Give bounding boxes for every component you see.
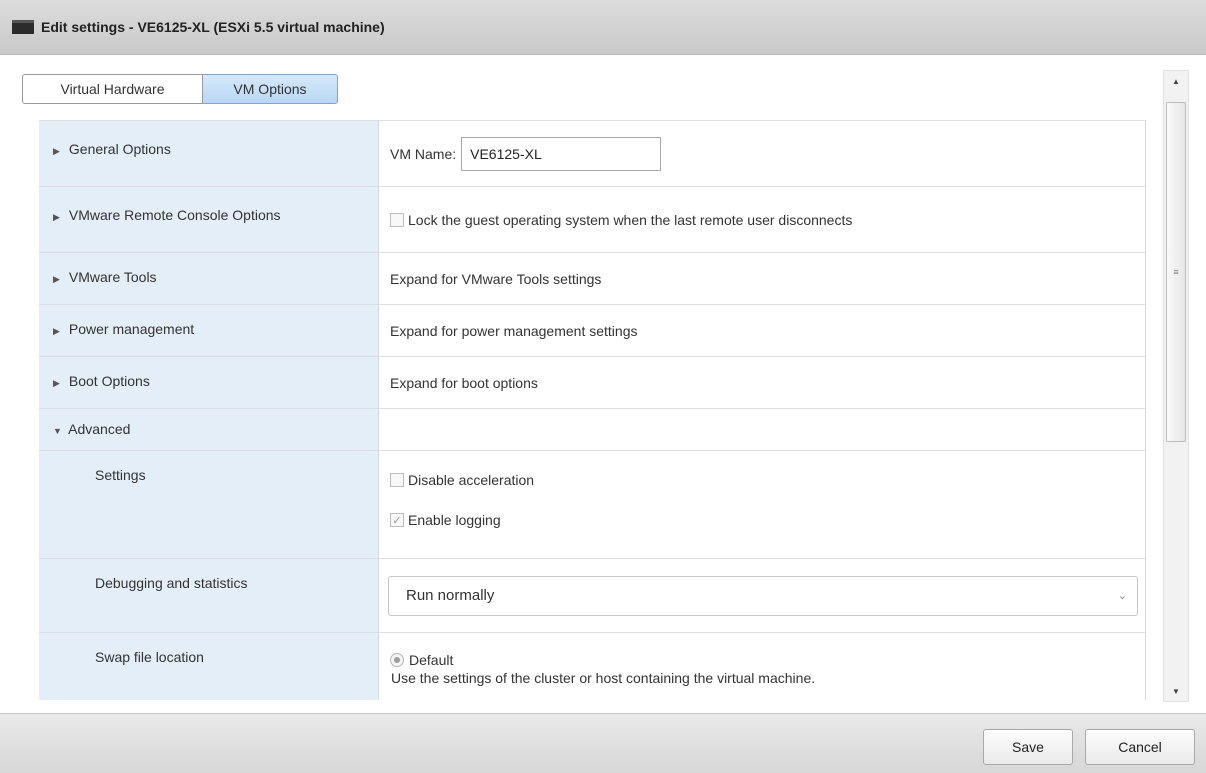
lock-guest-os-checkbox[interactable] — [390, 212, 404, 227]
vm-window-icon — [12, 20, 34, 34]
disable-acceleration-label: Disable acceleration — [408, 472, 535, 488]
triangle-right-icon: ▶ — [53, 378, 60, 388]
disable-acceleration-option: Disable acceleration — [390, 469, 534, 491]
checkmark-icon: ✓ — [392, 514, 402, 527]
remote-console-label: VMware Remote Console Options — [68, 207, 281, 223]
boot-options-row: ▶ Boot Options Expand for boot options — [39, 357, 1145, 409]
debugging-selected-value: Run normally — [406, 587, 495, 604]
advanced-row: ▼ Advanced — [39, 409, 1145, 451]
tab-virtual-hardware[interactable]: Virtual Hardware — [22, 74, 203, 104]
debugging-select[interactable]: Run normally ⌄ — [388, 575, 1138, 616]
triangle-right-icon: ▶ — [53, 212, 60, 222]
power-management-row: ▶ Power management Expand for power mana… — [39, 305, 1145, 357]
remote-console-header[interactable]: ▶ VMware Remote Console Options — [39, 187, 379, 252]
debugging-row: Debugging and statistics Run normally ⌄ — [39, 559, 1145, 633]
tab-bar: Virtual Hardware VM Options — [22, 74, 338, 104]
advanced-label: Advanced — [68, 421, 131, 437]
power-management-header[interactable]: ▶ Power management — [39, 305, 379, 356]
triangle-down-icon: ▼ — [53, 426, 62, 436]
power-management-label: Power management — [68, 321, 195, 337]
advanced-settings-value: Disable acceleration ✓ Enable logging — [379, 451, 1145, 558]
enable-logging-option: ✓ Enable logging — [390, 509, 501, 531]
swap-default-description: Use the settings of the cluster or host … — [391, 670, 816, 686]
scroll-down-arrow-icon[interactable]: ▼ — [1164, 681, 1188, 701]
cancel-button[interactable]: Cancel — [1085, 729, 1195, 765]
general-options-label: General Options — [68, 141, 171, 157]
remote-console-value: Lock the guest operating system when the… — [379, 187, 1145, 252]
scroll-up-arrow-icon[interactable]: ▲ — [1164, 71, 1188, 91]
boot-options-value: Expand for boot options — [390, 374, 538, 391]
power-management-value: Expand for power management settings — [390, 322, 638, 339]
swap-default-radio[interactable] — [390, 653, 404, 667]
vm-name-input[interactable] — [461, 136, 662, 171]
vmware-tools-label: VMware Tools — [68, 269, 157, 285]
vertical-scrollbar[interactable]: ▲ ≡ ▼ — [1163, 70, 1189, 702]
triangle-right-icon: ▶ — [53, 326, 60, 336]
vmware-tools-header[interactable]: ▶ VMware Tools — [39, 253, 379, 304]
vmware-tools-value: Expand for VMware Tools settings — [390, 270, 602, 287]
vm-name-label: VM Name: — [390, 145, 457, 162]
dialog-titlebar: Edit settings - VE6125-XL (ESXi 5.5 virt… — [0, 0, 1206, 55]
save-button[interactable]: Save — [983, 729, 1073, 765]
chevron-down-icon: ⌄ — [1117, 590, 1127, 602]
swap-default-option: Default — [390, 651, 453, 669]
advanced-settings-row: Settings Disable acceleration ✓ Enable l… — [39, 451, 1145, 559]
tab-vm-options[interactable]: VM Options — [203, 74, 338, 104]
enable-logging-checkbox[interactable]: ✓ — [390, 513, 404, 527]
enable-logging-label: Enable logging — [408, 512, 501, 528]
vm-options-panel: ▶ General Options VM Name: ▶ VMware Remo… — [39, 120, 1146, 700]
radio-selected-dot — [394, 657, 400, 663]
swap-default-label: Default — [409, 652, 454, 668]
boot-options-label: Boot Options — [68, 373, 150, 389]
swap-file-row: Swap file location Default Use the setti… — [39, 633, 1145, 700]
dialog-footer: Save Cancel — [0, 713, 1206, 773]
remote-console-row: ▶ VMware Remote Console Options Lock the… — [39, 187, 1145, 253]
advanced-value — [379, 409, 1145, 450]
vmware-tools-row: ▶ VMware Tools Expand for VMware Tools s… — [39, 253, 1145, 305]
grip-icon: ≡ — [1173, 267, 1179, 277]
lock-guest-os-label: Lock the guest operating system when the… — [408, 211, 853, 228]
swap-file-label: Swap file location — [39, 633, 379, 700]
disable-acceleration-checkbox[interactable] — [390, 473, 404, 487]
general-options-value: VM Name: — [379, 121, 1145, 186]
dialog-title: Edit settings - VE6125-XL (ESXi 5.5 virt… — [41, 19, 385, 35]
triangle-right-icon: ▶ — [53, 146, 60, 156]
scrollbar-thumb[interactable]: ≡ — [1166, 102, 1186, 442]
boot-options-header[interactable]: ▶ Boot Options — [39, 357, 379, 408]
triangle-right-icon: ▶ — [53, 274, 60, 284]
swap-file-value: Default Use the settings of the cluster … — [379, 633, 1145, 700]
general-options-header[interactable]: ▶ General Options — [39, 121, 379, 186]
settings-label: Settings — [39, 451, 379, 558]
general-options-row: ▶ General Options VM Name: — [39, 121, 1145, 187]
debugging-value: Run normally ⌄ — [379, 559, 1145, 632]
debugging-label: Debugging and statistics — [39, 559, 379, 632]
advanced-header[interactable]: ▼ Advanced — [39, 409, 379, 450]
